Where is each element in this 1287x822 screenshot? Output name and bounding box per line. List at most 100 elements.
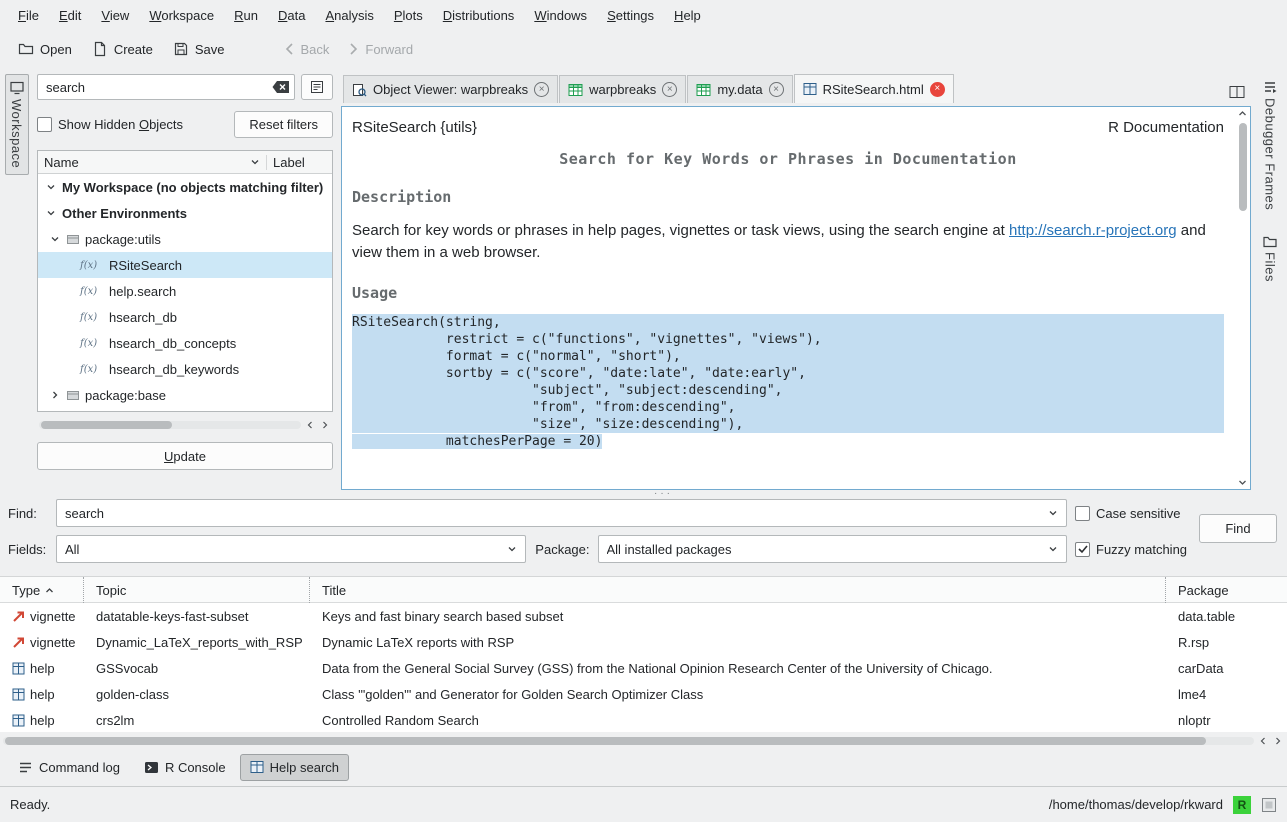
result-package: data.table bbox=[1166, 609, 1287, 624]
create-button[interactable]: Create bbox=[84, 35, 161, 63]
close-icon[interactable] bbox=[930, 82, 945, 97]
menu-analysis[interactable]: Analysis bbox=[315, 3, 383, 28]
scroll-right-icon[interactable] bbox=[318, 419, 331, 432]
column-header-type[interactable]: Type bbox=[0, 577, 84, 603]
result-row[interactable]: help crs2lm Controlled Random Search nlo… bbox=[0, 707, 1287, 733]
tree-item-other-environments[interactable]: Other Environments bbox=[38, 200, 332, 226]
package-combobox[interactable]: All installed packages bbox=[598, 535, 1068, 563]
column-header-topic[interactable]: Topic bbox=[84, 577, 310, 603]
scrollbar-thumb[interactable] bbox=[1239, 123, 1247, 211]
fields-combobox[interactable]: All bbox=[56, 535, 526, 563]
menu-edit[interactable]: Edit bbox=[49, 3, 91, 28]
chevron-down-icon[interactable] bbox=[44, 208, 57, 218]
scrollbar-thumb[interactable] bbox=[41, 421, 172, 429]
save-button[interactable]: Save bbox=[165, 35, 233, 63]
command-log-icon bbox=[18, 761, 33, 774]
tree-item-hsearch-db-concepts[interactable]: hsearch_db_concepts bbox=[38, 330, 332, 356]
menu-plots[interactable]: Plots bbox=[384, 3, 433, 28]
menu-settings[interactable]: Settings bbox=[597, 3, 664, 28]
clear-search-icon[interactable] bbox=[272, 80, 290, 94]
scroll-right-icon[interactable] bbox=[1271, 735, 1284, 748]
tree-item-rsitesearch[interactable]: RSiteSearch bbox=[38, 252, 332, 278]
dock-tab-workspace[interactable]: Workspace bbox=[5, 74, 29, 175]
menu-workspace[interactable]: Workspace bbox=[139, 3, 224, 28]
close-icon[interactable] bbox=[769, 82, 784, 97]
chevron-down-icon bbox=[507, 544, 517, 554]
scrollbar-track[interactable] bbox=[1239, 117, 1247, 479]
result-row[interactable]: vignette Dynamic_LaTeX_reports_with_RSP … bbox=[0, 629, 1287, 655]
find-combobox-value: search bbox=[65, 506, 1042, 521]
command-log-button[interactable]: Command log bbox=[8, 754, 130, 781]
scroll-up-icon[interactable] bbox=[1238, 110, 1247, 117]
menu-distributions[interactable]: Distributions bbox=[433, 3, 525, 28]
close-icon[interactable] bbox=[662, 82, 677, 97]
tab-my-data[interactable]: my.data bbox=[687, 75, 792, 103]
open-button[interactable]: Open bbox=[10, 35, 80, 63]
forward-button[interactable]: Forward bbox=[341, 36, 421, 63]
dock-tab-files[interactable]: Files bbox=[1260, 230, 1281, 288]
list-options-button[interactable] bbox=[301, 74, 333, 100]
back-button[interactable]: Back bbox=[276, 36, 337, 63]
chevron-down-icon[interactable] bbox=[48, 234, 61, 244]
new-document-icon bbox=[92, 41, 108, 57]
r-engine-status-badge[interactable]: R bbox=[1233, 796, 1251, 814]
reset-filters-button[interactable]: Reset filters bbox=[234, 111, 333, 138]
close-icon[interactable] bbox=[534, 82, 549, 97]
column-header-title[interactable]: Title bbox=[310, 577, 1166, 603]
scrollbar-thumb[interactable] bbox=[5, 737, 1206, 745]
scrollbar-track[interactable] bbox=[39, 421, 301, 429]
tree-item-package-utils[interactable]: package:utils bbox=[38, 226, 332, 252]
result-row[interactable]: help golden-class Class '"golden"' and G… bbox=[0, 681, 1287, 707]
menu-help[interactable]: Help bbox=[664, 3, 711, 28]
tree-item-my-workspace[interactable]: My Workspace (no objects matching filter… bbox=[38, 174, 332, 200]
chevron-down-icon[interactable] bbox=[44, 182, 57, 192]
split-view-icon[interactable] bbox=[1221, 81, 1253, 103]
find-combobox[interactable]: search bbox=[56, 499, 1067, 527]
menu-windows[interactable]: Windows bbox=[524, 3, 597, 28]
chevron-right-icon[interactable] bbox=[48, 390, 61, 400]
column-header-package[interactable]: Package bbox=[1166, 577, 1287, 603]
sort-ascending-icon bbox=[45, 587, 54, 594]
dock-tab-debugger-frames[interactable]: Debugger Frames bbox=[1260, 74, 1281, 216]
tab-warpbreaks[interactable]: warpbreaks bbox=[559, 75, 686, 103]
result-row[interactable]: help GSSvocab Data from the General Soci… bbox=[0, 655, 1287, 681]
scrollbar-track[interactable] bbox=[3, 737, 1254, 745]
find-button[interactable]: Find bbox=[1199, 514, 1277, 543]
help-search-panel: Find: search Case sensitive Fields: All … bbox=[0, 492, 1287, 748]
results-horizontal-scrollbar[interactable] bbox=[0, 734, 1287, 748]
column-header-name[interactable]: Name bbox=[38, 155, 266, 170]
tree-item-package-base[interactable]: package:base bbox=[38, 382, 332, 408]
tab-rsitesearch-html[interactable]: RSiteSearch.html bbox=[794, 74, 954, 103]
menu-view[interactable]: View bbox=[91, 3, 139, 28]
menu-file[interactable]: File bbox=[8, 3, 49, 28]
tree-column-header[interactable]: Name Label bbox=[38, 151, 332, 174]
tree-item-hsearch-db[interactable]: hsearch_db bbox=[38, 304, 332, 330]
tree-horizontal-scrollbar[interactable] bbox=[37, 418, 333, 432]
result-title: Controlled Random Search bbox=[310, 713, 1166, 728]
tree-item-help-search[interactable]: help.search bbox=[38, 278, 332, 304]
help-page-icon bbox=[803, 82, 817, 96]
show-hidden-objects-checkbox[interactable]: Show Hidden Objects bbox=[37, 117, 183, 132]
checkbox-box bbox=[37, 117, 52, 132]
update-button[interactable]: Update bbox=[37, 442, 333, 470]
menu-data[interactable]: Data bbox=[268, 3, 315, 28]
help-search-button[interactable]: Help search bbox=[240, 754, 349, 781]
tree-item-hsearch-db-keywords[interactable]: hsearch_db_keywords bbox=[38, 356, 332, 382]
function-icon bbox=[80, 338, 104, 349]
package-icon bbox=[66, 388, 80, 402]
tab-object-viewer-warpbreaks[interactable]: Object Viewer: warpbreaks bbox=[343, 75, 558, 103]
scroll-left-icon[interactable] bbox=[1256, 735, 1269, 748]
column-header-label[interactable]: Label bbox=[266, 155, 332, 170]
fuzzy-matching-checkbox[interactable]: Fuzzy matching bbox=[1075, 542, 1279, 557]
dock-tab-label: Debugger Frames bbox=[1263, 98, 1278, 210]
scroll-down-icon[interactable] bbox=[1238, 479, 1247, 486]
menu-run[interactable]: Run bbox=[224, 3, 268, 28]
code-line: matchesPerPage = 20) bbox=[352, 433, 1224, 450]
result-row[interactable]: vignette datatable-keys-fast-subset Keys… bbox=[0, 603, 1287, 629]
tree-item-label: RSiteSearch bbox=[109, 258, 182, 273]
search-r-project-link[interactable]: http://search.r-project.org bbox=[1009, 222, 1177, 239]
scroll-left-icon[interactable] bbox=[303, 419, 316, 432]
workspace-search-input[interactable] bbox=[37, 74, 295, 100]
r-console-button[interactable]: R Console bbox=[134, 754, 236, 781]
help-vertical-scrollbar[interactable] bbox=[1236, 108, 1249, 488]
